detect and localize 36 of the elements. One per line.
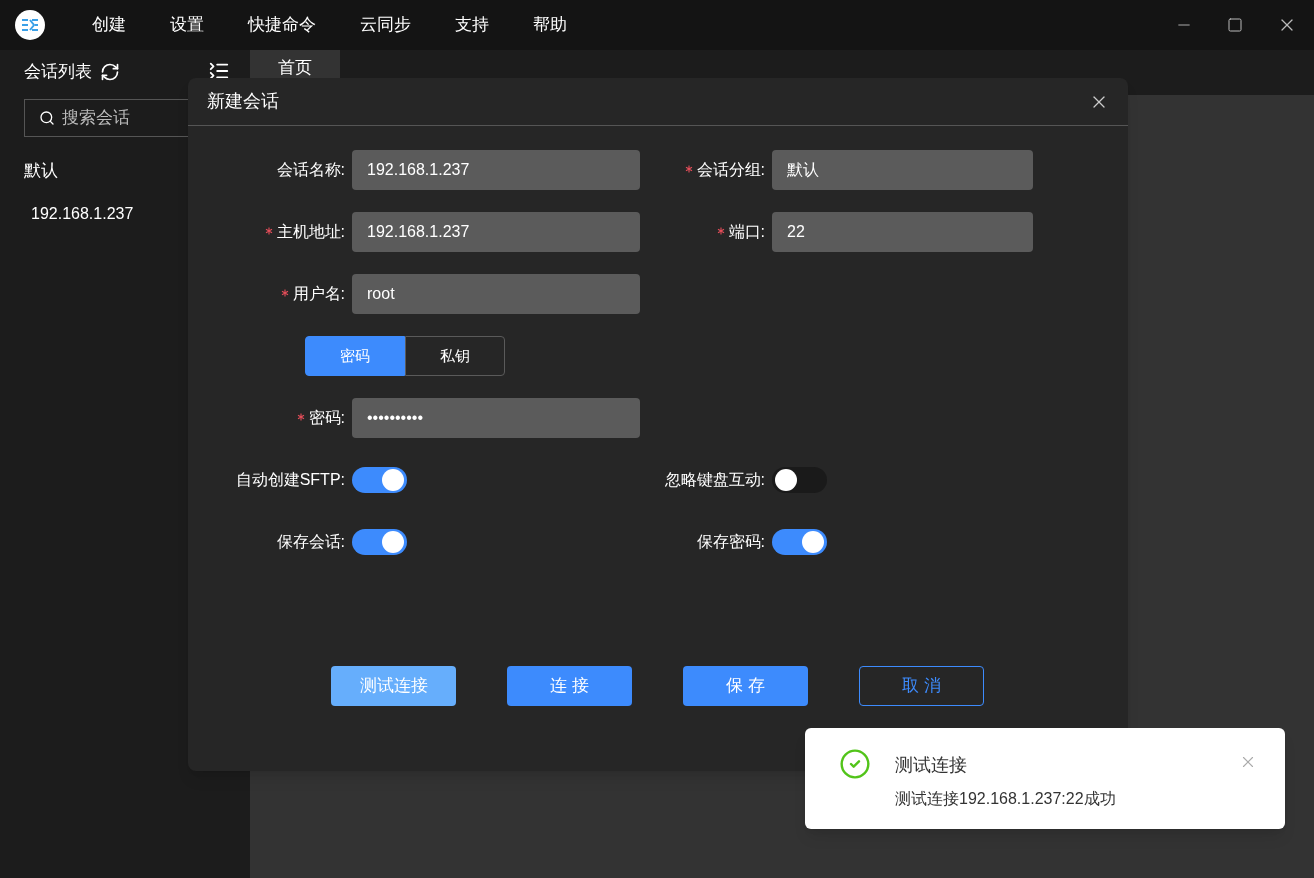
input-field[interactable]: 默认: [772, 150, 1033, 190]
input-field[interactable]: 192.168.1.237: [352, 212, 640, 252]
field-label: 会话分组:: [696, 160, 765, 180]
segment-tab[interactable]: 私钥: [405, 336, 505, 376]
maximize-icon[interactable]: [1227, 17, 1243, 33]
toggle-switch[interactable]: [772, 529, 827, 555]
input-field[interactable]: root: [352, 274, 640, 314]
app-logo-icon: [15, 10, 45, 40]
password-field[interactable]: ••••••••••: [352, 398, 640, 438]
dialog-button[interactable]: 取 消: [859, 666, 984, 706]
success-icon: [839, 748, 871, 780]
field-label: 密码:: [308, 408, 345, 428]
field-label: 主机地址:: [276, 222, 345, 242]
toggle-switch[interactable]: [352, 529, 407, 555]
toggle-switch[interactable]: [772, 467, 827, 493]
menu-item[interactable]: 设置: [170, 12, 204, 38]
field-label: 会话名称:: [276, 160, 345, 180]
field-label: 保存密码:: [696, 532, 765, 552]
toggle-switch[interactable]: [352, 467, 407, 493]
input-field[interactable]: 192.168.1.237: [352, 150, 640, 190]
search-icon: [39, 110, 55, 126]
menu-item[interactable]: 支持: [455, 12, 489, 38]
menu-item[interactable]: 帮助: [533, 12, 567, 38]
menu-item[interactable]: 快捷命令: [248, 12, 316, 38]
field-label: 端口:: [728, 222, 765, 242]
toast-title: 测试连接: [895, 754, 968, 777]
refresh-icon[interactable]: [100, 62, 120, 82]
sidebar-title: 会话列表: [24, 61, 92, 84]
menu-item[interactable]: 云同步: [360, 12, 411, 38]
field-label: 忽略键盘互动:: [664, 470, 765, 490]
field-label: 用户名:: [292, 284, 345, 304]
toast-message: 测试连接192.168.1.237:22成功: [895, 789, 1116, 809]
field-label: 自动创建SFTP:: [235, 470, 345, 490]
menu-item[interactable]: 创建: [92, 12, 126, 38]
input-field[interactable]: 22: [772, 212, 1033, 252]
field-label: 保存会话:: [276, 532, 345, 552]
